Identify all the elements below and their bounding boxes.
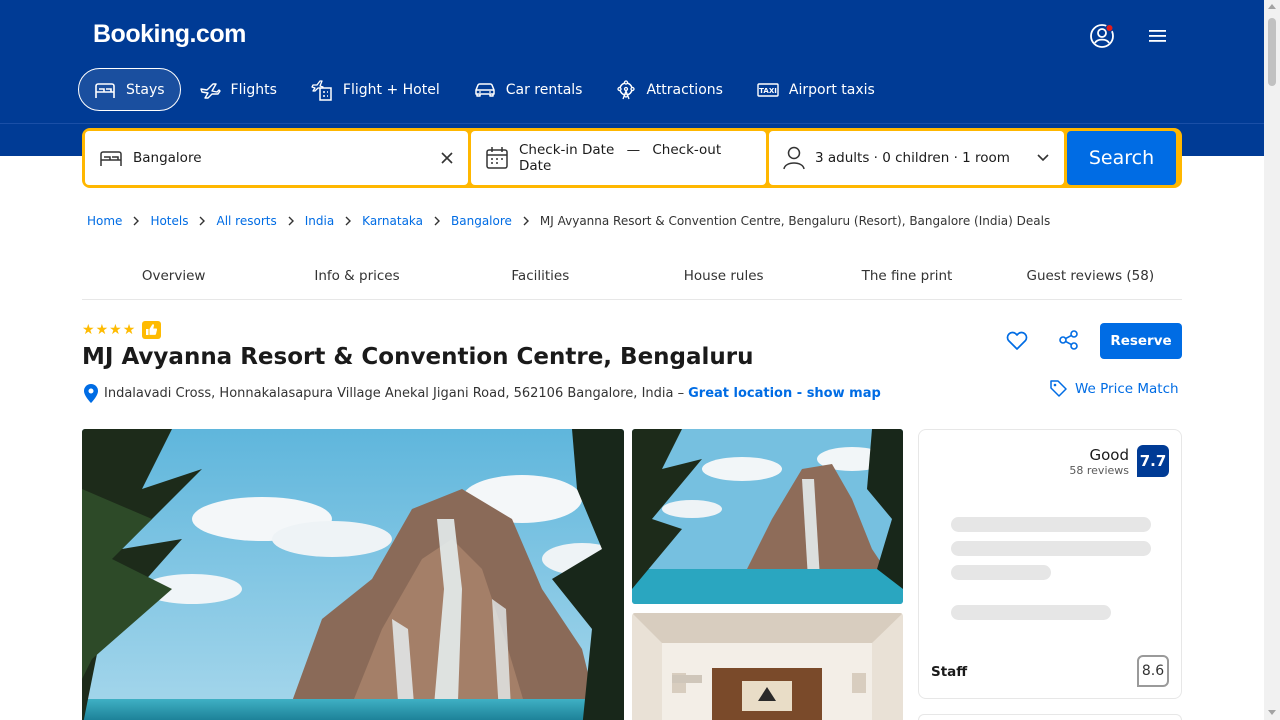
nav-car-rentals[interactable]: Car rentals: [458, 68, 599, 111]
staff-label: Staff: [931, 664, 968, 680]
thumbs-up-icon[interactable]: [142, 321, 162, 339]
chevron-right-icon: [523, 216, 529, 226]
car-icon: [474, 82, 495, 97]
tab-fine-print[interactable]: The fine print: [815, 252, 998, 299]
hotel-actions: [1003, 326, 1083, 354]
reserve-button[interactable]: Reserve: [1100, 323, 1182, 359]
person-icon: [783, 146, 805, 170]
nav-label: Attractions: [646, 81, 723, 98]
breadcrumb-hotels[interactable]: Hotels: [150, 214, 188, 228]
share-icon[interactable]: [1055, 326, 1083, 354]
gallery-photo[interactable]: [632, 613, 903, 720]
tab-house-rules[interactable]: House rules: [632, 252, 815, 299]
loading-placeholder: [951, 605, 1111, 620]
scroll-down-icon[interactable]: [1268, 710, 1276, 715]
tab-guest-reviews[interactable]: Guest reviews (58): [999, 252, 1182, 299]
nav-label: Airport taxis: [788, 81, 875, 98]
date-dash: —: [626, 142, 641, 158]
tab-facilities[interactable]: Facilities: [449, 252, 632, 299]
staff-score: 8.6: [1137, 655, 1169, 687]
clear-icon[interactable]: [440, 151, 454, 165]
nav-flights[interactable]: Flights: [183, 68, 293, 111]
gallery-photo[interactable]: [632, 429, 903, 604]
guests-value: 3 adults · 0 children · 1 room: [815, 150, 1010, 166]
destination-value: Bangalore: [133, 150, 202, 166]
star-icon: ★: [95, 322, 109, 338]
nav-label: Car rentals: [505, 81, 583, 98]
checkin-date: Check-in Date: [519, 142, 615, 158]
loading-placeholder: [951, 565, 1051, 580]
plane-icon: [199, 82, 221, 99]
hotel-title: MJ Avyanna Resort & Convention Centre, B…: [82, 344, 754, 370]
bed-icon: [95, 82, 115, 98]
scroll-thumb[interactable]: [1268, 18, 1276, 86]
review-score-panel[interactable]: Good 58 reviews 7.7 Staff 8.6: [918, 429, 1182, 699]
breadcrumb-karnataka[interactable]: Karnataka: [362, 214, 423, 228]
price-match-label: We Price Match: [1075, 380, 1179, 397]
star-rating: ★ ★ ★ ★: [82, 321, 162, 339]
review-score-badge: 7.7: [1137, 445, 1169, 477]
breadcrumb-home[interactable]: Home: [87, 214, 122, 228]
booking-logo[interactable]: Booking.com: [93, 20, 246, 49]
property-tabs: Overview Info & prices Facilities House …: [82, 252, 1182, 300]
nav-flight-hotel[interactable]: Flight + Hotel: [295, 68, 456, 111]
chevron-right-icon: [199, 216, 206, 226]
show-map-link[interactable]: Great location - show map: [688, 386, 881, 401]
star-icon: ★: [122, 322, 136, 338]
plane-hotel-icon: [311, 79, 332, 101]
loading-placeholder: [951, 541, 1151, 556]
chevron-right-icon: [345, 216, 352, 226]
breadcrumb-bangalore[interactable]: Bangalore: [451, 214, 512, 228]
date-picker-field[interactable]: Check-in Date — Check-out Date: [471, 131, 766, 185]
tag-icon: [1050, 380, 1067, 397]
chevron-right-icon: [434, 216, 441, 226]
chevron-right-icon: [133, 216, 140, 226]
nav-label: Flights: [230, 81, 277, 98]
map-pin-icon: [84, 384, 98, 403]
chevron-down-icon: [1037, 154, 1049, 162]
nav-label: Flight + Hotel: [342, 81, 440, 98]
hotel-address: Indalavadi Cross, Honnakalasapura Villag…: [84, 384, 881, 403]
chevron-right-icon: [288, 216, 294, 226]
nav-airport-taxis[interactable]: TAXI Airport taxis: [741, 68, 891, 111]
tab-info-prices[interactable]: Info & prices: [265, 252, 448, 299]
product-nav: Stays Flights Flight + Hotel Car rentals: [78, 68, 893, 111]
price-match-link[interactable]: We Price Match: [1050, 380, 1179, 397]
svg-text:TAXI: TAXI: [759, 87, 777, 95]
taxi-icon: TAXI: [757, 82, 779, 97]
breadcrumb-india[interactable]: India: [305, 214, 334, 228]
guests-field[interactable]: 3 adults · 0 children · 1 room: [769, 131, 1064, 185]
review-count: 58 reviews: [1069, 464, 1129, 477]
main-hotel-photo[interactable]: [82, 429, 624, 720]
destination-field[interactable]: Bangalore: [85, 131, 468, 185]
search-bar: Bangalore Check-in Date — Check-out Date…: [82, 128, 1182, 188]
header-divider: [0, 123, 1264, 124]
bed-icon: [100, 151, 122, 166]
ferris-wheel-icon: [617, 79, 636, 99]
nav-stays[interactable]: Stays: [78, 68, 181, 111]
nav-attractions[interactable]: Attractions: [600, 68, 738, 111]
address-text: Indalavadi Cross, Honnakalasapura Villag…: [104, 386, 685, 401]
breadcrumb: Home Hotels All resorts India Karnataka …: [87, 214, 1050, 228]
rating-word: Good: [1089, 446, 1130, 464]
search-button[interactable]: Search: [1067, 131, 1176, 185]
breadcrumb-current: MJ Avyanna Resort & Convention Centre, B…: [539, 214, 1051, 228]
breadcrumb-all-resorts[interactable]: All resorts: [216, 214, 276, 228]
page-scrollbar[interactable]: [1264, 0, 1280, 720]
account-icon[interactable]: [1088, 22, 1116, 50]
hamburger-menu-icon[interactable]: [1144, 22, 1172, 50]
calendar-icon: [486, 147, 508, 169]
scroll-up-icon[interactable]: [1268, 4, 1276, 9]
tab-overview[interactable]: Overview: [82, 252, 265, 299]
next-panel: [918, 714, 1182, 720]
nav-label: Stays: [126, 81, 165, 98]
loading-placeholder: [951, 517, 1151, 532]
date-text: Check-in Date — Check-out Date: [519, 142, 752, 174]
star-icon: ★: [109, 322, 122, 338]
heart-icon[interactable]: [1003, 326, 1031, 354]
star-icon: ★: [82, 322, 95, 338]
